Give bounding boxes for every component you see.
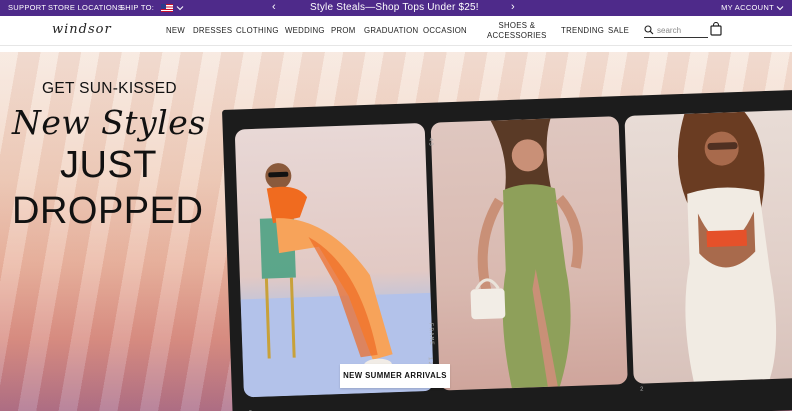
search-input[interactable] <box>657 26 707 35</box>
promo-message[interactable]: Style Steals—Shop Tops Under $25! <box>310 0 479 16</box>
shopping-bag-icon[interactable] <box>710 21 722 36</box>
nav-shoes-label: SHOES & <box>498 21 536 30</box>
us-flag-icon <box>161 4 174 12</box>
hero-script-title: New Styles <box>12 103 206 142</box>
my-account-menu[interactable]: MY ACCOUNT <box>721 0 784 16</box>
site-header: windsor NEW DRESSES CLOTHING WEDDING PRO… <box>0 16 792 46</box>
chevron-down-icon <box>176 4 184 12</box>
my-account-label: MY ACCOUNT <box>721 3 774 12</box>
chevron-down-icon <box>776 4 784 12</box>
photo-frame-orange-outfit <box>234 122 434 398</box>
film-strip-image: 43 FRAME 120PX 3 2 <box>222 89 792 411</box>
film-label-frame: FRAME <box>427 322 436 346</box>
nav-occasion[interactable]: OCCASION <box>423 16 467 46</box>
nav-graduation[interactable]: GRADUATION <box>364 16 418 46</box>
nav-prom[interactable]: PROM <box>331 16 356 46</box>
nav-accessories-label: ACCESSORIES <box>487 31 547 40</box>
promo-next-arrow[interactable]: › <box>511 0 515 16</box>
photo-frame-green-dress <box>430 116 628 391</box>
search-box[interactable] <box>644 24 708 38</box>
hero-headline-line2: DROPPED <box>12 190 204 232</box>
nav-trending[interactable]: TRENDING <box>561 16 604 46</box>
windsor-logo[interactable]: windsor <box>52 22 112 37</box>
promo-prev-arrow[interactable]: ‹ <box>272 0 276 16</box>
model-figure-2 <box>470 118 583 389</box>
model-figure-3 <box>677 111 777 382</box>
film-label-top: 43 <box>427 137 435 147</box>
new-summer-arrivals-button[interactable]: NEW SUMMER ARRIVALS <box>340 364 450 388</box>
search-icon[interactable] <box>644 22 654 40</box>
hero-eyebrow: GET SUN-KISSED <box>42 80 177 97</box>
store-locations-link[interactable]: STORE LOCATIONS <box>48 0 123 16</box>
support-link[interactable]: SUPPORT <box>8 0 46 16</box>
photo-frame-crochet-dress <box>624 109 792 384</box>
nav-dresses[interactable]: DRESSES <box>193 16 232 46</box>
film-label-number-2: 2 <box>639 385 645 393</box>
nav-wedding[interactable]: WEDDING <box>285 16 325 46</box>
nav-shoes-accessories[interactable]: SHOES & ACCESSORIES <box>487 21 547 43</box>
nav-sale[interactable]: SALE <box>608 16 629 46</box>
nav-clothing[interactable]: CLOTHING <box>236 16 279 46</box>
nav-new[interactable]: NEW <box>166 16 185 46</box>
promo-bar: SUPPORT STORE LOCATIONS SHIP TO: ‹ Style… <box>0 0 792 16</box>
hero-headline-line1: JUST <box>60 144 157 186</box>
model-figure-1 <box>240 163 434 398</box>
ship-to-selector[interactable]: SHIP TO: <box>120 0 184 16</box>
ship-to-label: SHIP TO: <box>120 3 155 12</box>
